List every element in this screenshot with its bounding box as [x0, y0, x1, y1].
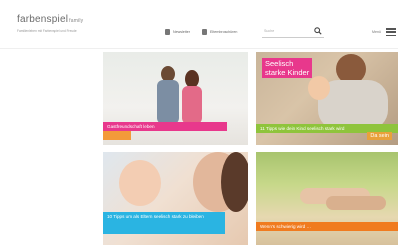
- search-placeholder: Suche: [264, 29, 275, 33]
- brochures-link[interactable]: Elternbroschüren: [202, 29, 237, 35]
- teaser-tile-seelisch-starke-kinder[interactable]: Seelisch starke Kinder 11 Tipps wie dein…: [256, 52, 398, 145]
- teaser-tile-eltern-seelisch-stark[interactable]: 10 Tipps um als Eltern seelisch stark zu…: [103, 152, 248, 245]
- brochures-label: Elternbroschüren: [210, 30, 238, 34]
- booklet-icon: [202, 29, 207, 35]
- newspaper-icon: [165, 29, 170, 35]
- woman-top: [182, 86, 202, 124]
- tile-label: 10 Tipps um als Eltern seelisch stark zu…: [103, 212, 225, 234]
- teaser-tile-wenns-schwierig-wird[interactable]: Wenn's schwierig wird …: [256, 152, 398, 245]
- hamburger-menu-icon[interactable]: [386, 28, 396, 37]
- tile-label: Gastfreundschaft leben: [103, 122, 227, 131]
- header-divider: [0, 48, 398, 49]
- badge-line-2: starke Kinder: [265, 68, 310, 77]
- category-badge: Seelisch starke Kinder: [262, 58, 313, 78]
- logo-subtext: family: [69, 18, 84, 24]
- site-header: farbenspielfamily Familienleben mit Farb…: [0, 0, 398, 48]
- tile-accent: [103, 131, 131, 140]
- logo-text: farbenspiel: [17, 14, 69, 25]
- search-icon[interactable]: [314, 27, 322, 35]
- baby-face: [119, 160, 161, 206]
- site-logo[interactable]: farbenspielfamily: [17, 14, 83, 25]
- search-input[interactable]: Suche: [262, 26, 324, 38]
- hands-shape-2: [326, 196, 386, 210]
- badge-line-1: Seelisch: [265, 59, 294, 68]
- mother-hair: [221, 152, 248, 212]
- tile-label: Wenn's schwierig wird …: [256, 222, 398, 231]
- teaser-tile-gastfreundschaft[interactable]: Gastfreundschaft leben: [103, 52, 248, 145]
- man-shirt: [157, 80, 179, 124]
- menu-label[interactable]: Menü: [372, 30, 381, 34]
- newsletter-link[interactable]: Newsletter: [165, 29, 190, 35]
- tile-subtitle: Da sein: [367, 132, 392, 140]
- site-tagline: Familienleben mit Farbenspiel und Freude: [17, 29, 77, 33]
- page: farbenspielfamily Familienleben mit Farb…: [0, 0, 398, 252]
- newsletter-label: Newsletter: [173, 30, 190, 34]
- child-face: [308, 76, 330, 100]
